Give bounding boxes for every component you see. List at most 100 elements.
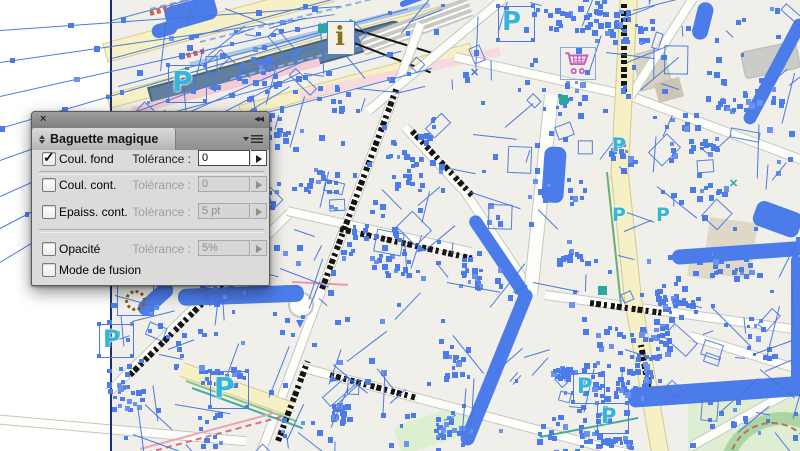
anchor-point: [120, 90, 124, 94]
parking-marker[interactable]: P: [656, 206, 670, 225]
anchor-point: [137, 70, 142, 75]
blending-mode-checkbox[interactable]: [42, 263, 56, 277]
anchor-point: [626, 94, 631, 99]
tolerance-slider-arrow-icon[interactable]: [251, 240, 267, 256]
parking-marker[interactable]: P: [612, 206, 626, 225]
anchor-point: [519, 294, 523, 298]
anchor-point: [482, 170, 486, 174]
anchor-point: [439, 170, 443, 174]
tab-baguette-magique[interactable]: Baguette magique: [32, 128, 176, 150]
fill-tolerance-input[interactable]: [198, 150, 250, 166]
parking-marker[interactable]: P: [172, 68, 193, 96]
selected-path-line: [490, 61, 491, 81]
anchor-point: [626, 40, 630, 44]
anchor-point: [580, 82, 586, 88]
anchor-point: [382, 264, 387, 269]
anchor-point: [266, 60, 271, 65]
anchor-point: [613, 40, 618, 45]
anchor-point: [326, 71, 332, 77]
panel-header-bar[interactable]: × ◀◀: [32, 112, 269, 129]
tolerance-slider-arrow-icon[interactable]: [251, 176, 267, 192]
anchor-point: [456, 361, 462, 367]
parking-marker[interactable]: P: [601, 406, 616, 427]
anchor-point: [743, 416, 748, 421]
anchor-point: [653, 116, 657, 120]
tolerance-label: Tolérance :: [124, 242, 191, 256]
selected-path-line: [437, 264, 449, 279]
panel-expand-collapse-icon[interactable]: [39, 135, 45, 144]
selected-object-outline: [554, 122, 575, 141]
anchor-point: [558, 415, 564, 421]
anchor-point: [548, 13, 553, 18]
panel-menu-icon[interactable]: [243, 135, 263, 143]
anchor-point: [736, 400, 741, 405]
anchor-point: [603, 12, 608, 17]
anchor-point: [558, 112, 562, 116]
anchor-point: [386, 155, 390, 159]
close-icon[interactable]: ×: [40, 113, 46, 125]
anchor-point: [755, 89, 759, 93]
anchor-point: [341, 411, 347, 417]
parking-marker[interactable]: P: [502, 9, 521, 35]
parking-marker[interactable]: P: [577, 376, 592, 397]
anchor-point: [353, 225, 357, 229]
collapse-panel-icon[interactable]: ◀◀: [254, 115, 263, 123]
anchor-point: [533, 179, 538, 184]
anchor-point: [777, 160, 781, 164]
fill-color-checkbox[interactable]: [42, 152, 56, 166]
anchor-point: [584, 440, 588, 444]
anchor-point: [439, 164, 445, 170]
selected-object-outline: [329, 199, 346, 212]
stroke-color-checkbox[interactable]: [42, 178, 56, 192]
anchor-point: [759, 78, 764, 83]
anchor-point: [365, 224, 369, 228]
anchor-point: [282, 418, 288, 424]
opacity-checkbox[interactable]: [42, 242, 56, 256]
tolerance-slider-arrow-icon[interactable]: [251, 150, 267, 166]
anchor-point: [418, 134, 424, 140]
anchor-point: [732, 108, 736, 112]
parking-marker[interactable]: P: [612, 136, 626, 155]
anchor-point: [536, 8, 540, 12]
anchor-point: [614, 395, 618, 399]
anchor-point: [744, 257, 749, 262]
supermarket-cart-icon[interactable]: [560, 47, 596, 80]
anchor-point: [382, 125, 387, 130]
tolerance-slider-arrow-icon[interactable]: [251, 203, 267, 219]
anchor-point: [434, 29, 439, 34]
anchor-point: [619, 10, 623, 14]
opacity-tolerance-input[interactable]: [198, 240, 250, 256]
selected-path-line: [726, 30, 734, 38]
anchor-point: [404, 441, 410, 447]
stroke-tolerance-input[interactable]: [198, 176, 250, 192]
parking-marker[interactable]: P: [103, 327, 121, 351]
anchor-point: [704, 186, 708, 190]
anchor-point: [331, 99, 337, 105]
anchor-point: [535, 143, 540, 148]
anchor-point: [407, 169, 411, 173]
anchor-point: [395, 187, 399, 191]
parking-marker[interactable]: P: [214, 374, 235, 402]
anchor-point: [719, 259, 724, 264]
anchor-point: [583, 329, 589, 335]
anchor-point: [273, 312, 277, 316]
anchor-point: [515, 302, 520, 307]
stroke-weight-tolerance-input[interactable]: [198, 203, 250, 219]
anchor-point: [68, 23, 73, 28]
stroke-weight-checkbox[interactable]: [42, 205, 56, 219]
anchor-point: [194, 34, 199, 39]
anchor-point: [434, 429, 438, 433]
anchor-point: [621, 88, 626, 93]
anchor-point: [277, 128, 282, 133]
info-marker[interactable]: i: [335, 24, 345, 50]
anchor-point: [543, 197, 547, 201]
selected-object-outline: [696, 160, 714, 174]
anchor-point: [542, 88, 546, 92]
anchor-point: [772, 354, 778, 360]
anchor-point: [639, 332, 645, 338]
anchor-point: [634, 397, 638, 401]
anchor-point: [609, 344, 614, 349]
anchor-point: [776, 35, 781, 40]
anchor-point: [397, 155, 401, 159]
selected-path-line: [473, 134, 517, 140]
